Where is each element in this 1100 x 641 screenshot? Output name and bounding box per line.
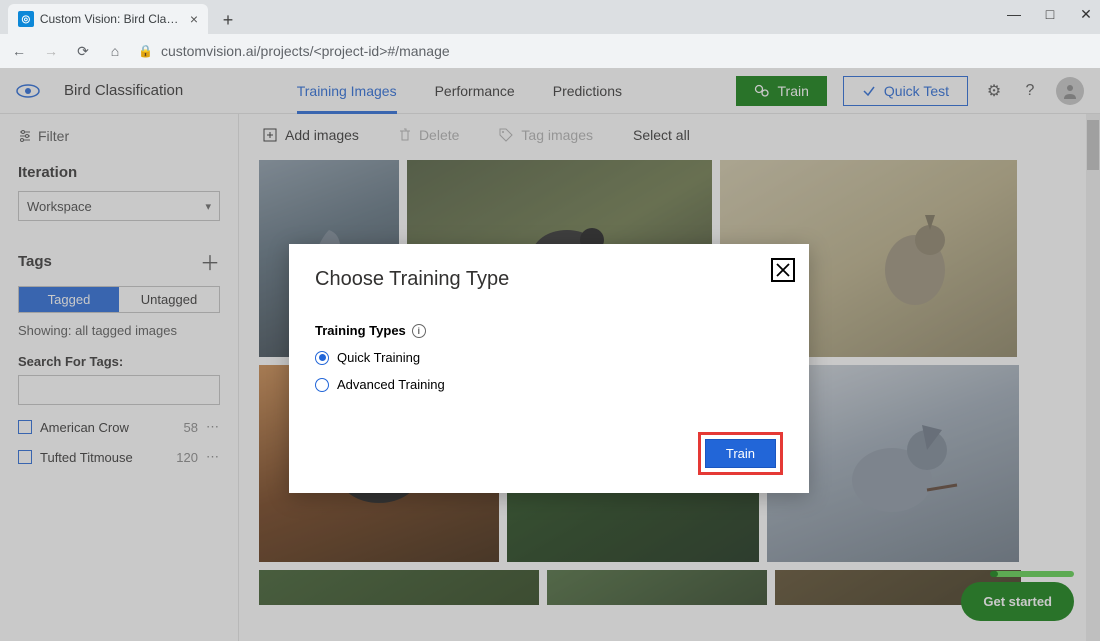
tutorial-highlight: Train <box>698 432 783 475</box>
lock-icon: 🔒 <box>138 44 153 58</box>
modal-train-button[interactable]: Train <box>705 439 776 468</box>
browser-chrome: ◎ Custom Vision: Bird Classification × +… <box>0 0 1100 68</box>
tab-close-icon[interactable]: × <box>190 11 198 27</box>
radio-button[interactable] <box>315 378 329 392</box>
close-icon <box>776 263 790 277</box>
modal-title: Choose Training Type <box>315 268 783 291</box>
nav-back-icon[interactable]: ← <box>10 43 28 59</box>
new-tab-button[interactable]: + <box>214 6 242 34</box>
modal-close-button[interactable] <box>771 258 795 282</box>
browser-tab[interactable]: ◎ Custom Vision: Bird Classification × <box>8 4 208 34</box>
nav-forward-icon: → <box>42 43 60 59</box>
training-type-modal: Choose Training Type Training Types i Qu… <box>289 244 809 493</box>
info-icon[interactable]: i <box>412 324 426 338</box>
radio-button[interactable] <box>315 351 329 365</box>
tab-title: Custom Vision: Bird Classification <box>40 12 180 26</box>
radio-quick-training[interactable]: Quick Training <box>315 350 783 365</box>
nav-home-icon[interactable]: ⌂ <box>106 43 124 59</box>
window-maximize-icon[interactable]: □ <box>1042 6 1058 23</box>
window-minimize-icon[interactable]: — <box>1006 6 1022 23</box>
favicon-icon: ◎ <box>18 11 34 27</box>
nav-reload-icon[interactable]: ⟳ <box>74 43 92 60</box>
address-bar[interactable]: customvision.ai/projects/<project-id>#/m… <box>161 43 450 59</box>
training-types-label: Training Types <box>315 323 406 338</box>
window-close-icon[interactable]: ✕ <box>1078 6 1094 23</box>
radio-advanced-training[interactable]: Advanced Training <box>315 377 783 392</box>
